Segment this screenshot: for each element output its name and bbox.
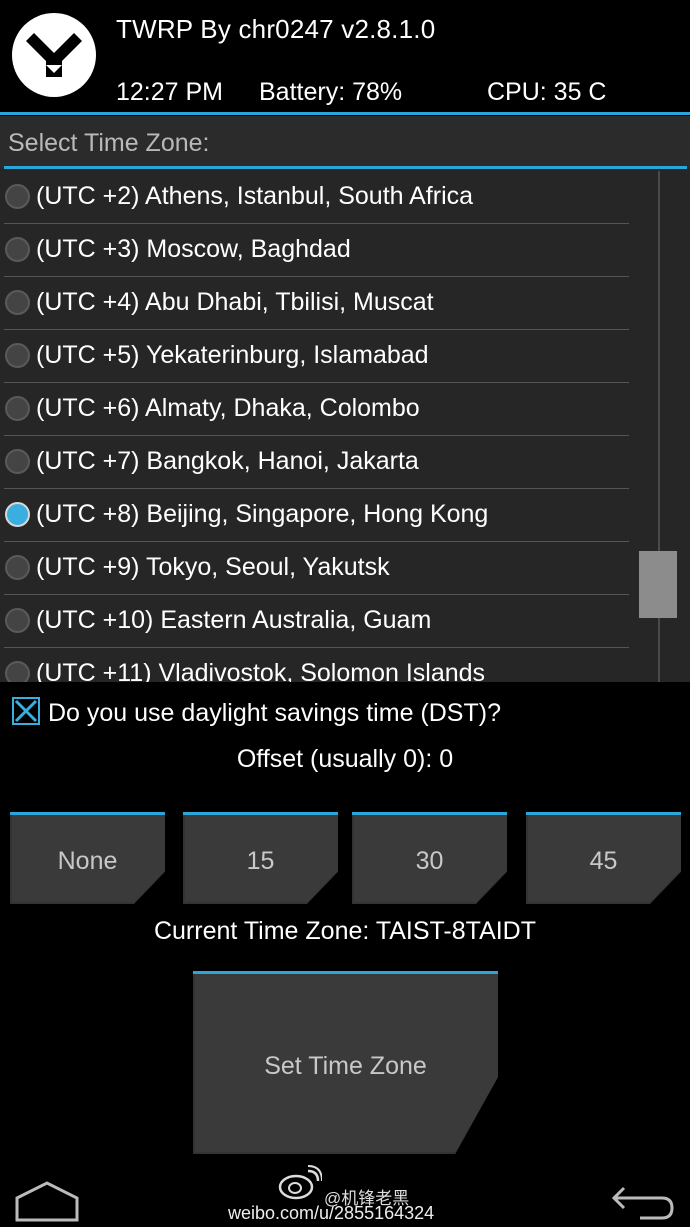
timezone-label: (UTC +11) Vladivostok, Solomon Islands — [36, 659, 486, 682]
timezone-list-item[interactable]: (UTC +7) Bangkok, Hanoi, Jakarta — [0, 436, 640, 489]
scrollbar-thumb[interactable] — [639, 551, 677, 618]
set-time-zone-button[interactable]: Set Time Zone — [193, 971, 498, 1154]
timezone-list-item[interactable]: (UTC +4) Abu Dhabi, Tbilisi, Muscat — [0, 277, 640, 330]
timezone-label: (UTC +6) Almaty, Dhaka, Colombo — [36, 394, 420, 422]
timezone-label: (UTC +10) Eastern Australia, Guam — [36, 606, 432, 634]
radio-button[interactable] — [5, 555, 30, 580]
timezone-list-item[interactable]: (UTC +2) Athens, Istanbul, South Africa — [0, 171, 640, 224]
offset-15-label: 15 — [246, 847, 275, 875]
timezone-label: (UTC +3) Moscow, Baghdad — [36, 235, 351, 263]
cpu-temp-text: CPU: 35 C — [487, 78, 607, 106]
timezone-label: (UTC +4) Abu Dhabi, Tbilisi, Muscat — [36, 288, 434, 316]
offset-30-button[interactable]: 30 — [352, 812, 507, 904]
dst-checkbox[interactable] — [12, 697, 40, 725]
watermark-url: weibo.com/u/2855164324 — [228, 1203, 435, 1223]
header-divider — [0, 112, 690, 115]
list-header-divider — [4, 166, 687, 169]
timezone-label: (UTC +2) Athens, Istanbul, South Africa — [36, 182, 474, 210]
checkbox-check-icon — [14, 699, 38, 723]
timezone-list-item[interactable]: (UTC +5) Yekaterinburg, Islamabad — [0, 330, 640, 383]
radio-button[interactable] — [5, 184, 30, 209]
dst-label: Do you use daylight savings time (DST)? — [48, 699, 501, 727]
radio-button[interactable] — [5, 502, 30, 527]
offset-none-button[interactable]: None — [10, 812, 165, 904]
timezone-list-header: Select Time Zone: — [0, 116, 690, 169]
offset-label: Offset (usually 0): 0 — [236, 745, 454, 773]
timezone-label: (UTC +9) Tokyo, Seoul, Yakutsk — [36, 553, 390, 581]
timezone-list-item[interactable]: (UTC +11) Vladivostok, Solomon Islands — [0, 648, 640, 682]
radio-button[interactable] — [5, 237, 30, 262]
home-icon[interactable] — [14, 1180, 80, 1227]
timezone-label: (UTC +8) Beijing, Singapore, Hong Kong — [36, 500, 489, 528]
twrp-logo-icon — [12, 13, 96, 97]
timezone-list-item[interactable]: (UTC +3) Moscow, Baghdad — [0, 224, 640, 277]
current-timezone-text: Current Time Zone: TAIST-8TAIDT — [153, 917, 537, 945]
timezone-label: (UTC +5) Yekaterinburg, Islamabad — [36, 341, 429, 369]
timezone-list-item[interactable]: (UTC +9) Tokyo, Seoul, Yakutsk — [0, 542, 640, 595]
timezone-list-item[interactable]: (UTC +10) Eastern Australia, Guam — [0, 595, 640, 648]
radio-button[interactable] — [5, 396, 30, 421]
offset-30-label: 30 — [415, 847, 444, 875]
timezone-label: (UTC +7) Bangkok, Hanoi, Jakarta — [36, 447, 419, 475]
timezone-list-item[interactable]: (UTC +6) Almaty, Dhaka, Colombo — [0, 383, 640, 436]
offset-45-label: 45 — [589, 847, 618, 875]
timezone-list-title: Select Time Zone: — [8, 129, 210, 157]
offset-45-button[interactable]: 45 — [526, 812, 681, 904]
app-title: TWRP By chr0247 v2.8.1.0 — [116, 14, 436, 44]
radio-button[interactable] — [5, 449, 30, 474]
back-arrow-icon[interactable] — [610, 1184, 676, 1227]
radio-button[interactable] — [5, 608, 30, 633]
weibo-watermark: @机锋老黑 weibo.com/u/2855164324 — [228, 1165, 488, 1227]
set-time-zone-label: Set Time Zone — [264, 1052, 427, 1080]
radio-button[interactable] — [5, 343, 30, 368]
offset-none-label: None — [57, 847, 118, 875]
offset-15-button[interactable]: 15 — [183, 812, 338, 904]
clock-text: 12:27 PM — [116, 78, 224, 106]
radio-button[interactable] — [5, 661, 30, 682]
timezone-list-item[interactable]: (UTC +8) Beijing, Singapore, Hong Kong — [0, 489, 640, 542]
status-header: TWRP By chr0247 v2.8.1.0 12:27 PM Batter… — [0, 0, 690, 116]
timezone-rows: (UTC +2) Athens, Istanbul, South Africa (… — [0, 171, 640, 682]
weibo-logo-icon — [278, 1165, 322, 1200]
radio-button[interactable] — [5, 290, 30, 315]
timezone-list[interactable]: Select Time Zone: (UTC +2) Athens, Istan… — [0, 116, 690, 682]
battery-text: Battery: 78% — [259, 78, 403, 106]
